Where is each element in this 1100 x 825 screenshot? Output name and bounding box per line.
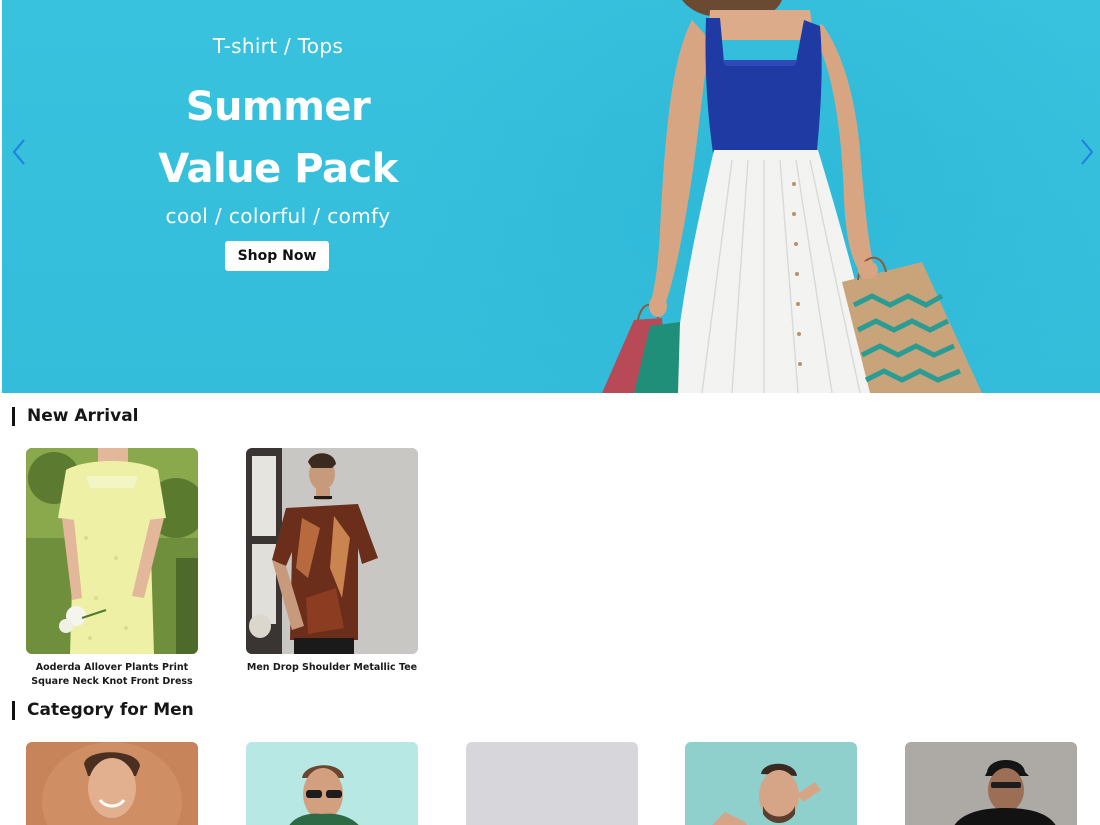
category-card[interactable]: [685, 742, 857, 825]
section-accent-bar: [12, 406, 15, 426]
chevron-right-icon: [1081, 139, 1094, 165]
category-image: [905, 742, 1077, 825]
hero-model-image: [602, 0, 982, 393]
chevron-left-icon: [12, 139, 25, 165]
product-card[interactable]: Aoderda Allover Plants Print Square Neck…: [26, 448, 198, 689]
category-image: [26, 742, 198, 825]
new-arrival-title: New Arrival: [27, 406, 139, 426]
storefront-page: T-shirt / Tops Summer Value Pack cool / …: [0, 0, 1100, 825]
category-men-header: Category for Men: [12, 700, 194, 720]
category-card[interactable]: [246, 742, 418, 825]
hero-eyebrow: T-shirt / Tops: [212, 34, 344, 58]
product-name[interactable]: Aoderda Allover Plants Print Square Neck…: [26, 661, 198, 689]
product-name[interactable]: Men Drop Shoulder Metallic Tee: [246, 661, 418, 675]
shop-now-button[interactable]: Shop Now: [225, 241, 329, 271]
hero-title: Summer Value Pack: [128, 76, 428, 200]
category-image: [685, 742, 857, 825]
category-image: [466, 742, 638, 825]
new-arrival-header: New Arrival: [12, 406, 139, 426]
category-card[interactable]: [905, 742, 1077, 825]
category-men-title: Category for Men: [27, 700, 194, 720]
category-image: [246, 742, 418, 825]
category-card[interactable]: [466, 742, 638, 825]
product-card[interactable]: Men Drop Shoulder Metallic Tee: [246, 448, 418, 675]
carousel-next-button[interactable]: [1076, 134, 1098, 170]
hero-subtitle: cool / colorful / comfy: [165, 204, 391, 228]
product-image[interactable]: [26, 448, 198, 654]
section-accent-bar: [12, 700, 15, 720]
hero-title-line-1: Summer: [185, 84, 371, 130]
carousel-prev-button[interactable]: [8, 134, 30, 170]
hero-banner[interactable]: T-shirt / Tops Summer Value Pack cool / …: [2, 0, 1100, 393]
hero-title-line-2: Value Pack: [158, 146, 398, 192]
category-card[interactable]: [26, 742, 198, 825]
product-image[interactable]: [246, 448, 418, 654]
